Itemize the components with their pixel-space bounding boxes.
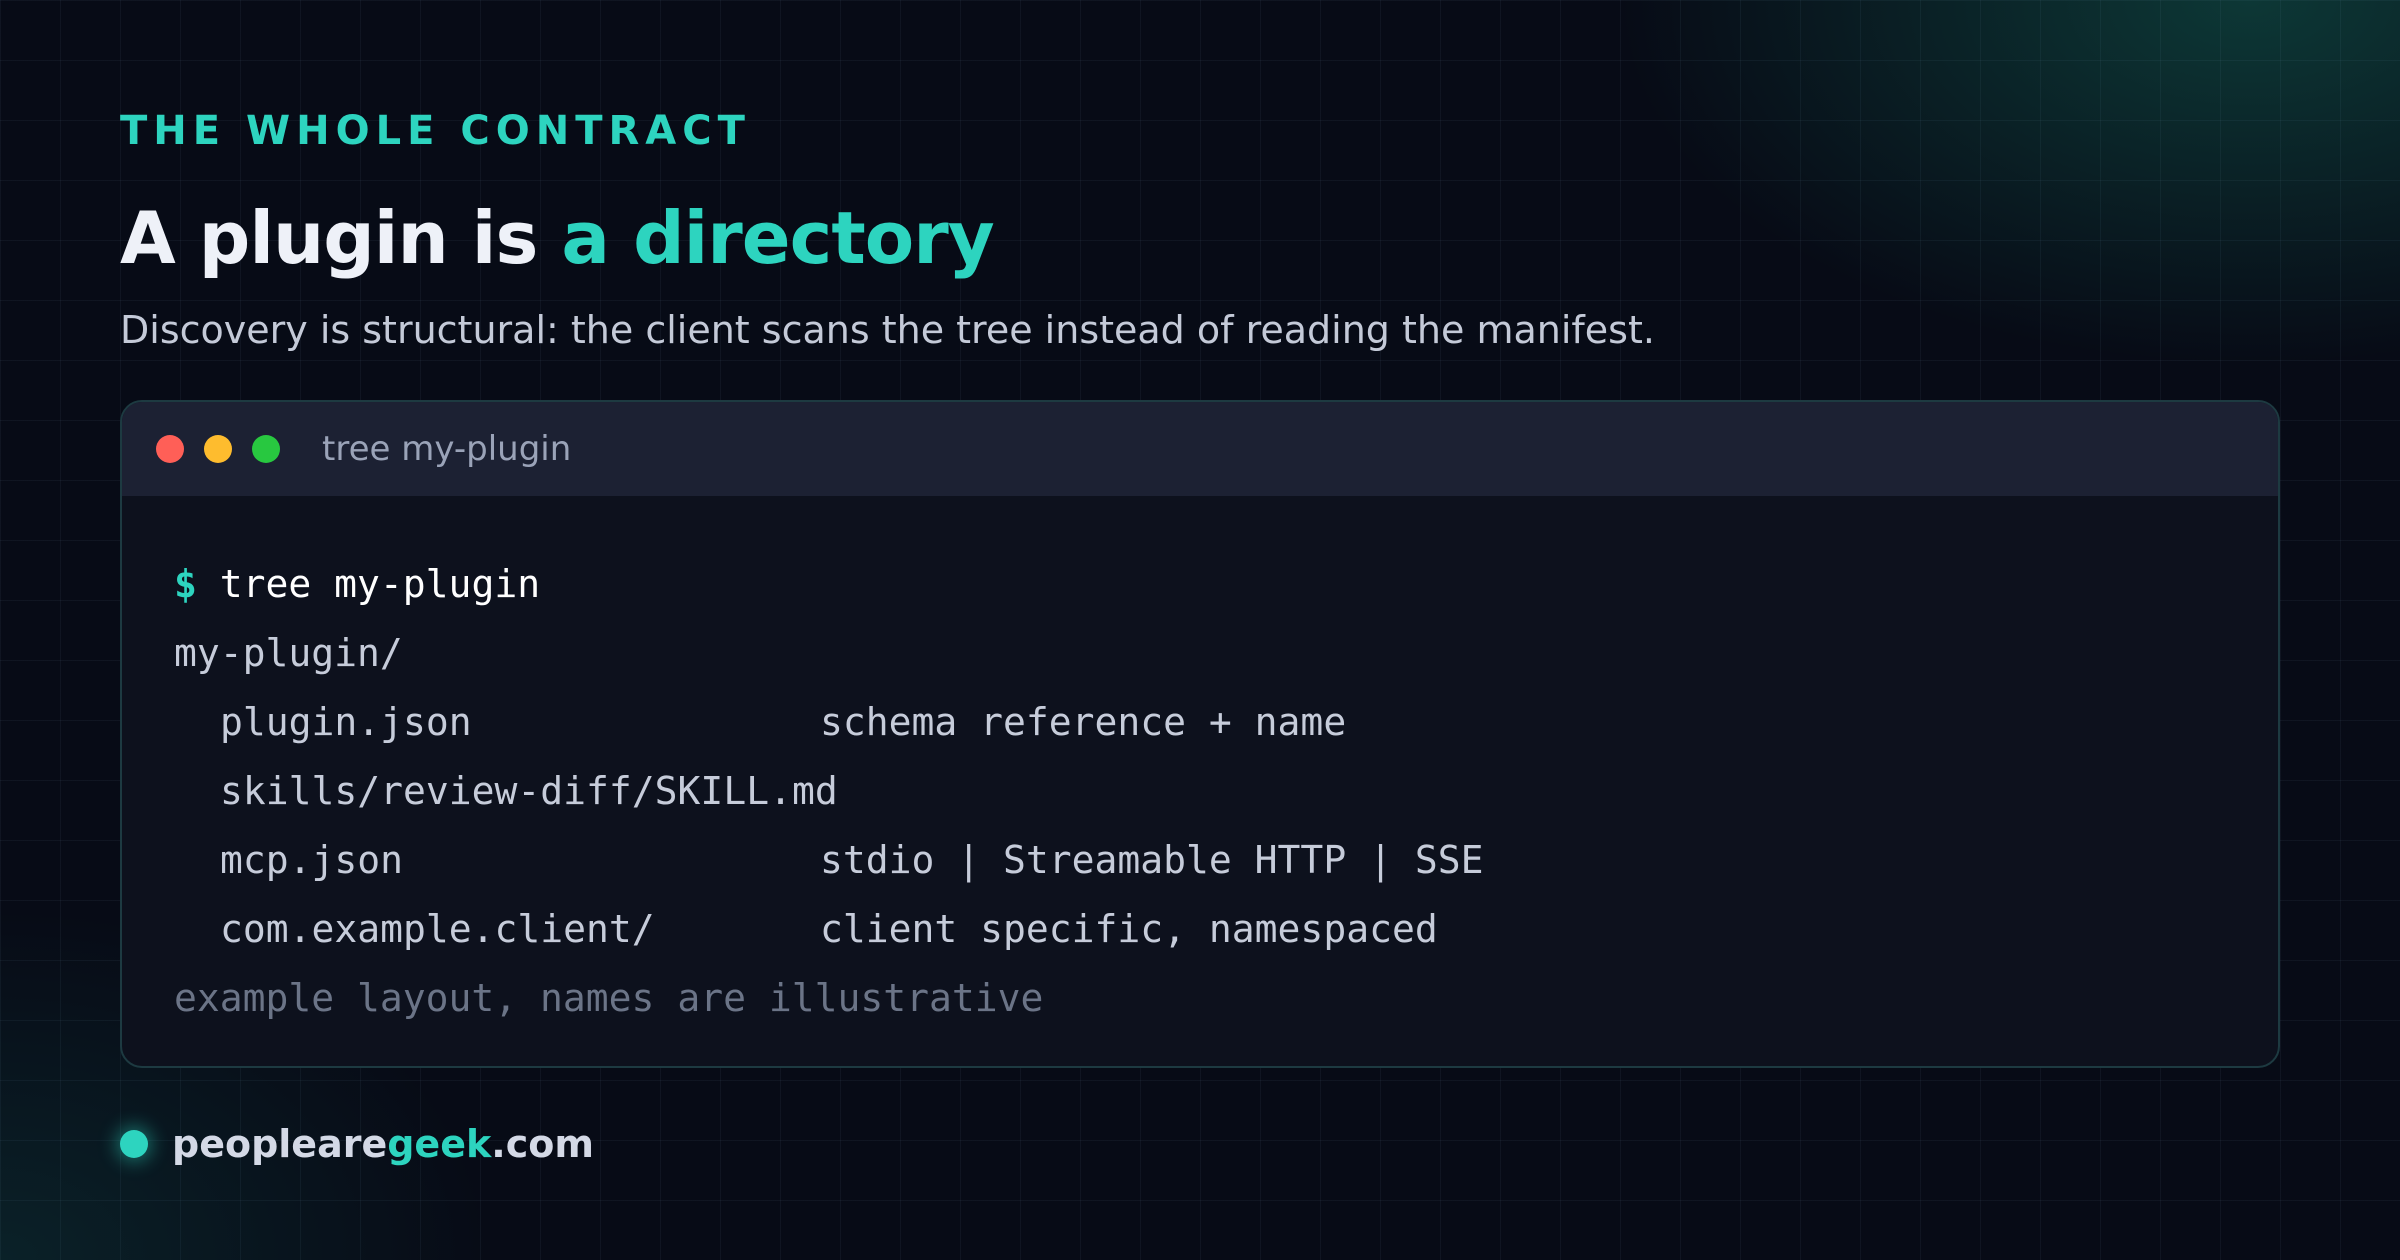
brand-dot-icon [120,1130,148,1158]
terminal-output: $ tree my-plugin my-plugin/ plugin.json s… [174,550,1483,1033]
tree-entry: com.example.client/client specific, name… [174,895,1438,964]
terminal-titlebar: tree my-plugin [122,402,2278,496]
brand-link[interactable]: peoplearegeek.com [172,1122,594,1166]
close-dot-icon[interactable] [156,435,184,463]
terminal-footnote: example layout, names are illustrative [174,976,1044,1020]
tree-entry-path: mcp.json [220,838,404,882]
prompt-symbol: $ [174,562,197,606]
page-subtitle: Discovery is structural: the client scan… [120,308,1655,352]
eyebrow-label: THE WHOLE CONTRACT [120,108,751,154]
tree-entry: mcp.json stdio | Streamable HTTP | SSE [174,826,1483,895]
tree-entry-path: plugin.json [220,700,472,744]
terminal-title: tree my-plugin [322,429,572,469]
page-title: A plugin is a directory [120,196,995,280]
tree-entry-path: skills/review-diff/SKILL.md [220,769,838,813]
terminal-window: tree my-plugin $ tree my-plugin my-plugi… [120,400,2280,1068]
command-text: tree my-plugin [219,562,541,606]
tree-entry-comment: client specific, namespaced [820,907,1438,951]
tree-entry-path: com.example.client/ [220,907,655,951]
command-line: $ tree my-plugin [174,550,1043,619]
brand-highlight: geek [387,1122,492,1166]
tree-entry: plugin.json schema reference + name [174,688,1346,757]
tree-root: my-plugin/ [174,619,1043,688]
slide: THE WHOLE CONTRACT A plugin is a directo… [0,0,2400,1260]
maximize-dot-icon[interactable] [252,435,280,463]
tree-entry: skills/review-diff/SKILL.md [174,757,1043,826]
brand-suffix: .com [491,1122,594,1166]
title-main: A plugin is [120,196,562,280]
title-accent: a directory [561,196,994,280]
footer-brand: peoplearegeek.com [120,1122,594,1166]
brand-prefix: peopleare [172,1122,388,1166]
tree-root-label: my-plugin/ [174,631,403,675]
tree-entry-comment: schema reference + name [820,700,1347,744]
tree-entry-comment: stdio | Streamable HTTP | SSE [820,838,1484,882]
minimize-dot-icon[interactable] [204,435,232,463]
